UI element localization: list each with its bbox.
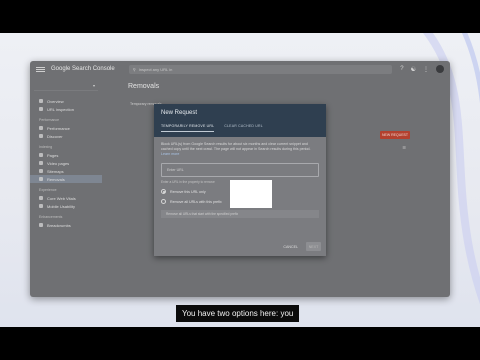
sidebar-item-label: Breadcrumbs [47, 222, 71, 228]
sidebar-item-core-web-vitals[interactable]: Core Web Vitals [30, 194, 102, 202]
app-logo[interactable]: Google Search Console [51, 66, 115, 72]
sidebar-section-label: Experience [39, 188, 57, 192]
sidebar-item-label: Overview [47, 98, 64, 104]
tab-clear-cached-url[interactable]: CLEAR CACHED URL [224, 124, 263, 132]
nav-icon [39, 169, 43, 173]
radio-label: Remove all URLs with this prefix [170, 199, 222, 204]
nav-icon [39, 134, 43, 138]
sidebar-item-label: Discover [47, 133, 63, 139]
cancel-button[interactable]: CANCEL [280, 243, 301, 251]
nav-icon [39, 153, 43, 157]
sidebar-item-video-pages[interactable]: Video pages [30, 159, 102, 167]
sidebar-item-removals[interactable]: Removals [30, 175, 102, 183]
sidebar-item-url-inspection[interactable]: URL inspection [30, 105, 102, 113]
avatar[interactable] [436, 65, 444, 73]
video-caption: You have two options here: you [176, 305, 300, 322]
description-text: Block URL(s) from Google Search results … [161, 142, 311, 151]
help-icon[interactable]: ? [400, 66, 403, 72]
highlight-overlay [230, 180, 272, 208]
radio-label: Remove this URL only [170, 189, 206, 194]
tab-temporarily-remove-url[interactable]: TEMPORARILY REMOVE URL [161, 124, 215, 132]
sidebar-item-sitemaps[interactable]: Sitemaps [30, 167, 102, 175]
sidebar-item-overview[interactable]: Overview [30, 97, 102, 105]
nav-icon [39, 204, 43, 208]
radio-button[interactable] [161, 199, 166, 204]
search-placeholder: Inspect any URL in [138, 66, 173, 72]
radio-button-checked[interactable] [161, 189, 166, 194]
chevron-down-icon: ▾ [92, 83, 95, 88]
dialog-header: New Request TEMPORARILY REMOVE URL CLEAR… [154, 104, 326, 137]
nav-icon [39, 99, 43, 103]
apps-icon[interactable]: ⋮ [423, 66, 429, 73]
sidebar-item-discover[interactable]: Discover [30, 132, 102, 140]
url-placeholder: Enter URL [167, 168, 184, 172]
sidebar-item-breadcrumbs[interactable]: Breadcrumbs [30, 221, 102, 229]
nav-icon [39, 161, 43, 165]
nav-icon [39, 107, 43, 111]
property-selector[interactable]: ▾ [34, 81, 98, 91]
prefix-notice: Remove all URLs that start with the spec… [161, 210, 319, 218]
menu-icon[interactable] [36, 66, 45, 72]
sidebar-section-label: Indexing [39, 145, 53, 149]
sidebar-item-pages[interactable]: Pages [30, 151, 102, 159]
sidebar-item-label: URL inspection [47, 106, 74, 112]
dialog-title: New Request [161, 110, 198, 116]
nav-icon [39, 223, 43, 227]
next-button[interactable]: NEXT [306, 242, 321, 251]
sidebar: ▾ Overview URL inspection Performance Perfo… [30, 77, 102, 297]
sidebar-item-label: Mobile Usability [47, 203, 76, 209]
sidebar-item-performance[interactable]: Performance [30, 124, 102, 132]
search-icon: ⚲ [132, 66, 136, 72]
video-frame: Google Search Console ⚲ Inspect any URL … [0, 33, 480, 327]
sidebar-section-label: Enhancements [39, 215, 63, 219]
sidebar-item-label: Performance [47, 125, 70, 131]
page-title: Removals [128, 83, 160, 90]
search-input[interactable]: ⚲ Inspect any URL in [128, 64, 393, 74]
dialog-description: Block URL(s) from Google Search results … [161, 142, 319, 157]
sidebar-item-label: Video pages [47, 160, 70, 166]
sidebar-item-label: Pages [47, 152, 59, 158]
sidebar-item-mobile-usability[interactable]: Mobile Usability [30, 202, 102, 210]
sidebar-section-label: Performance [39, 118, 60, 122]
nav-icon [39, 196, 43, 200]
nav-icon [39, 126, 43, 130]
nav-icon [39, 177, 43, 181]
sidebar-item-label: Removals [47, 176, 65, 182]
url-input[interactable]: Enter URL [161, 163, 319, 177]
learn-more-link[interactable]: Learn more [161, 152, 179, 156]
top-app-bar: Google Search Console ⚲ Inspect any URL … [30, 61, 450, 77]
filter-icon[interactable]: ☰ [402, 145, 406, 150]
people-icon[interactable]: ☯ [411, 66, 416, 73]
sidebar-item-label: Core Web Vitals [47, 195, 76, 201]
new-request-button[interactable]: NEW REQUEST [380, 131, 410, 139]
sidebar-item-label: Sitemaps [47, 168, 64, 174]
